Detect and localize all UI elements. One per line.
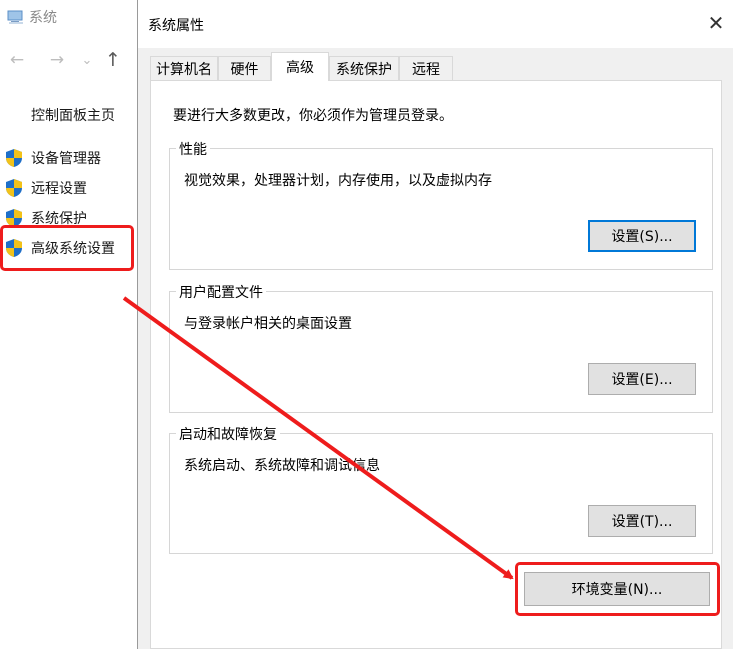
control-panel-home-link[interactable]: 控制面板主页: [31, 105, 115, 125]
system-app-icon: [7, 10, 23, 24]
tab-advanced[interactable]: 高级: [271, 52, 329, 81]
tab-hardware[interactable]: 硬件: [218, 56, 271, 80]
sidebar-link-device-manager[interactable]: 设备管理器: [4, 148, 101, 168]
uac-shield-icon: [6, 179, 22, 197]
performance-group: 性能 视觉效果，处理器计划，内存使用，以及虚拟内存 设置(S)...: [169, 139, 713, 270]
forward-arrow-icon[interactable]: →: [46, 48, 68, 72]
user-profiles-group-title: 用户配置文件: [176, 282, 266, 302]
tab-computer-name[interactable]: 计算机名: [150, 56, 218, 80]
recent-dropdown-icon[interactable]: ⌄: [76, 48, 98, 72]
startup-recovery-settings-button[interactable]: 设置(T)...: [588, 505, 696, 537]
dialog-titlebar: 系统属性 ✕: [138, 0, 733, 48]
sidebar-link-remote-settings[interactable]: 远程设置: [4, 178, 87, 198]
user-profiles-group: 用户配置文件 与登录帐户相关的桌面设置 设置(E)...: [169, 282, 713, 413]
bg-window-title: 系统: [29, 10, 57, 26]
admin-notice: 要进行大多数更改，你必须作为管理员登录。: [173, 108, 453, 124]
startup-recovery-group: 启动和故障恢复 系统启动、系统故障和调试信息 设置(T)...: [169, 424, 713, 554]
dialog-title: 系统属性: [148, 18, 204, 34]
highlight-box-advanced-settings: [0, 225, 134, 271]
tab-strip: 计算机名 硬件 高级 系统保护 远程: [150, 52, 710, 81]
performance-desc: 视觉效果，处理器计划，内存使用，以及虚拟内存: [184, 173, 492, 189]
performance-settings-button[interactable]: 设置(S)...: [588, 220, 696, 252]
user-profiles-settings-button[interactable]: 设置(E)...: [588, 363, 696, 395]
system-properties-dialog: 系统属性 ✕ 计算机名 硬件 高级 系统保护 远程 要进行大多数更改，你必须作为…: [137, 0, 733, 649]
sidebar-link-label: 远程设置: [31, 181, 87, 197]
tab-remote[interactable]: 远程: [399, 56, 453, 80]
tab-system-protection[interactable]: 系统保护: [329, 56, 399, 80]
highlight-box-environment-variables: [515, 562, 720, 616]
user-profiles-desc: 与登录帐户相关的桌面设置: [184, 316, 352, 332]
back-arrow-icon[interactable]: ←: [6, 48, 28, 72]
uac-shield-icon: [6, 149, 22, 167]
bg-nav-bar: ← → ⌄ ↑: [0, 48, 140, 72]
startup-recovery-desc: 系统启动、系统故障和调试信息: [184, 458, 380, 474]
bg-window-titlebar: 系统: [0, 0, 140, 34]
up-arrow-icon[interactable]: ↑: [102, 48, 124, 72]
performance-group-title: 性能: [176, 139, 210, 159]
sidebar-link-label: 设备管理器: [31, 151, 101, 167]
close-icon[interactable]: ✕: [705, 11, 727, 35]
startup-recovery-group-title: 启动和故障恢复: [176, 424, 280, 444]
